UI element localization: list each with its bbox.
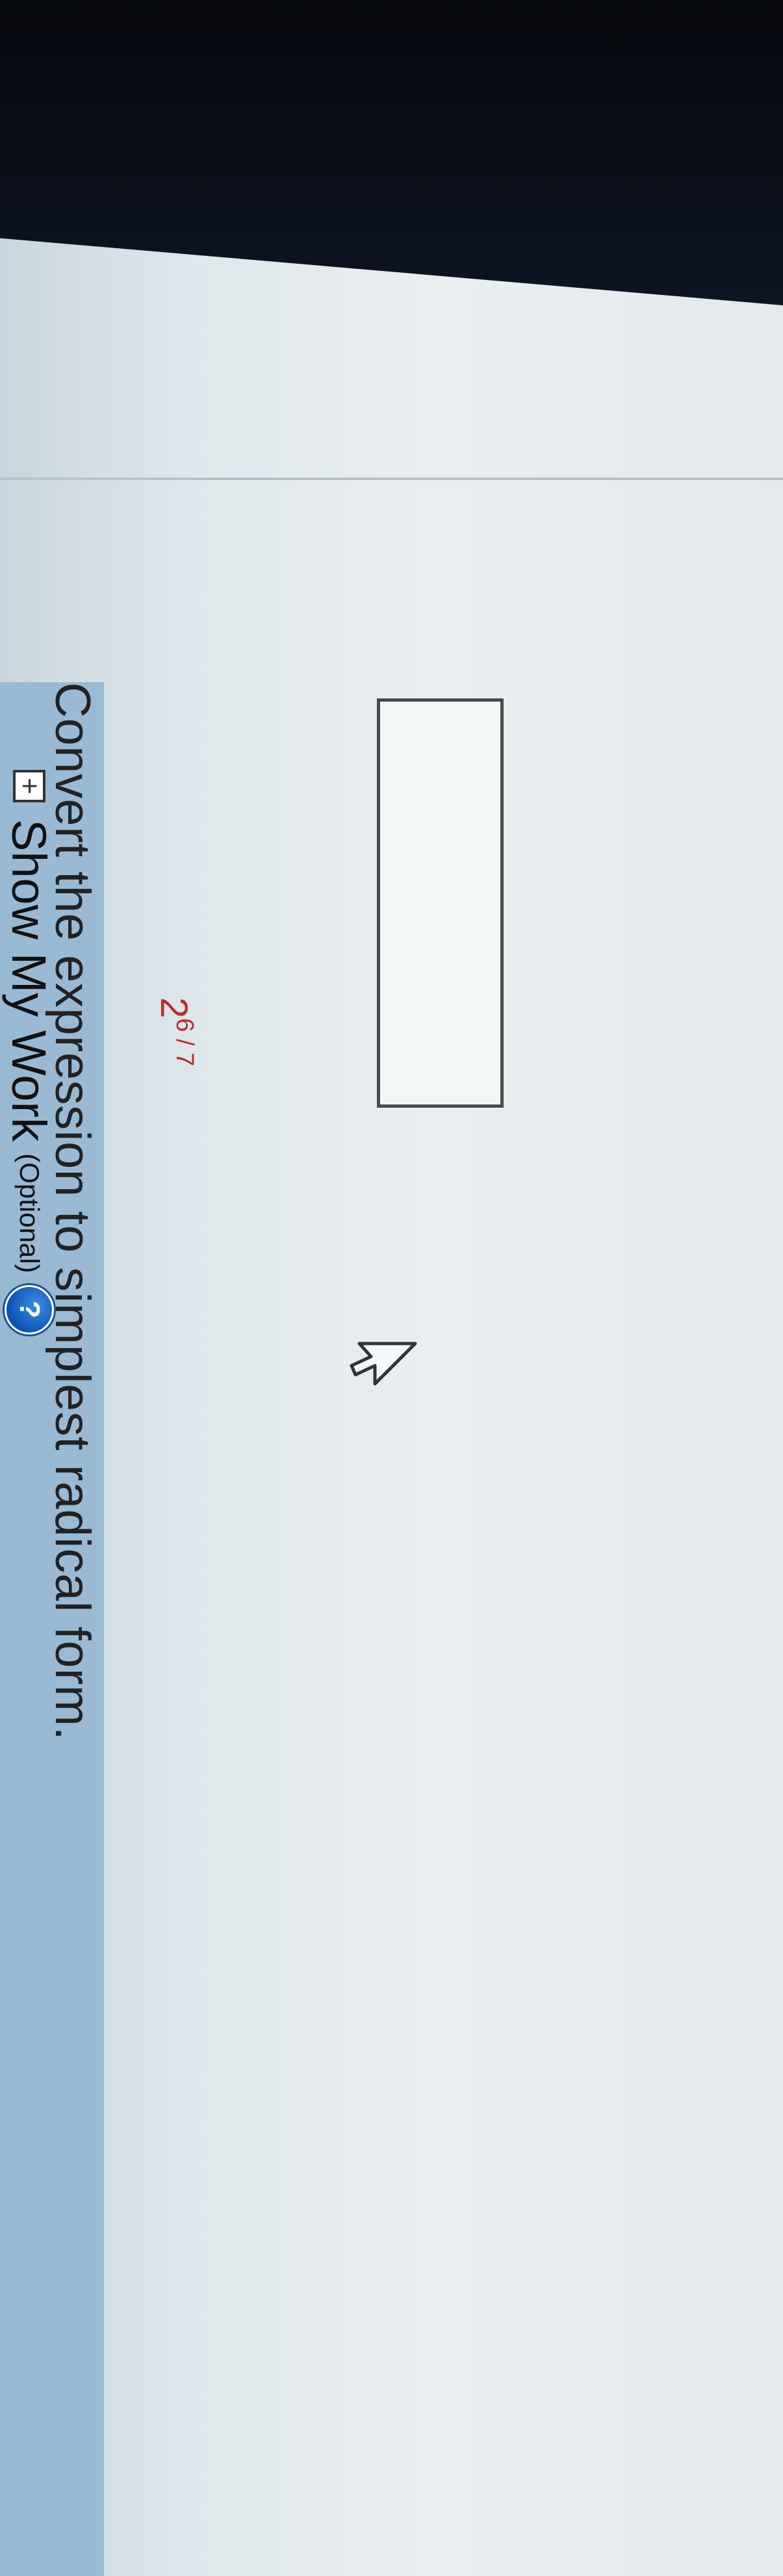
- expression-base: 2: [153, 997, 195, 1019]
- screen: Convert the expression to simplest radic…: [0, 0, 783, 2576]
- expression-exponent: 6 / 7: [171, 1018, 198, 1067]
- mouse-cursor-icon: [350, 1342, 417, 1386]
- help-icon[interactable]: ?: [5, 1284, 54, 1334]
- show-work-label[interactable]: Show My Work: [2, 819, 57, 1141]
- answer-input[interactable]: [377, 698, 504, 1108]
- show-my-work-toggle[interactable]: + Show My Work (Optional) ?: [0, 770, 65, 1334]
- question-panel: Convert the expression to simplest radic…: [0, 0, 783, 2576]
- expand-plus-icon[interactable]: +: [13, 770, 45, 802]
- optional-label: (Optional): [14, 1153, 45, 1273]
- math-expression: 26 / 7: [152, 997, 198, 1066]
